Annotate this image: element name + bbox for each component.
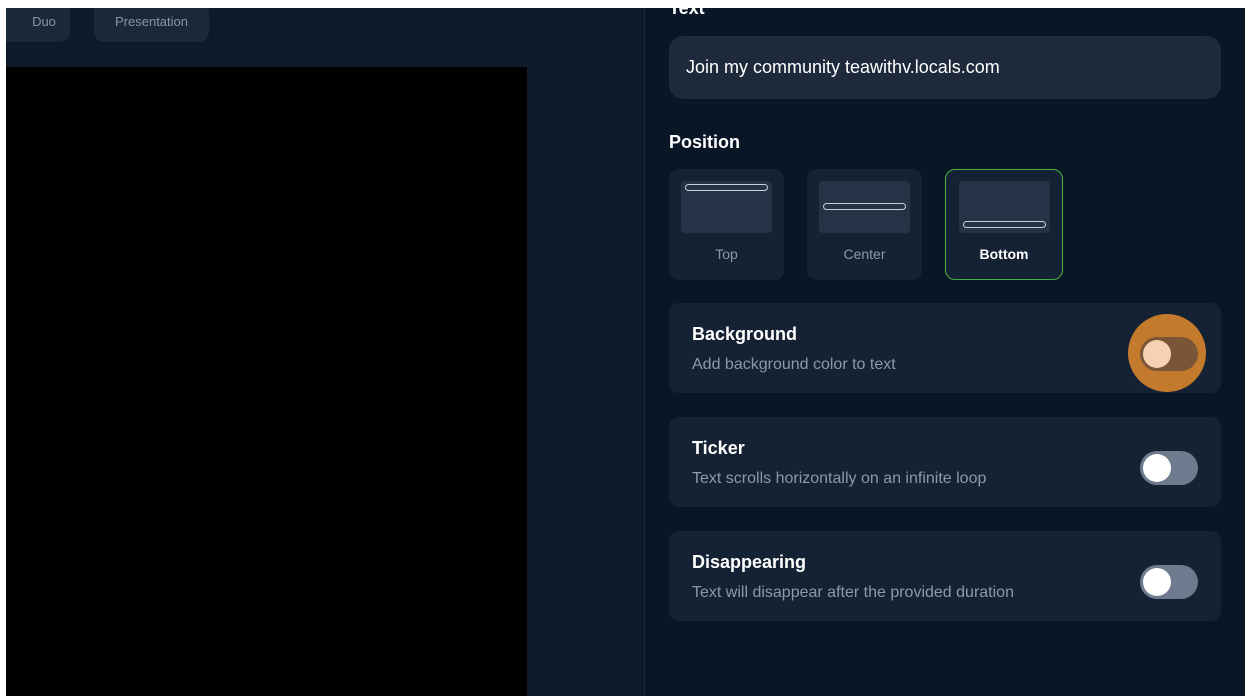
disappearing-setting-description: Text will disappear after the provided d… [692,584,1014,601]
layout-presentation-button[interactable]: Presentation [94,8,209,42]
position-bottom-label: Bottom [979,246,1029,262]
background-toggle-focus-ring [1128,314,1206,392]
position-section-label: Position [669,132,740,152]
disappearing-setting-title: Disappearing [692,552,807,572]
stream-preview [6,67,527,696]
overlay-text-input[interactable] [669,36,1221,99]
disappearing-setting-card: Disappearing Text will disappear after t… [669,531,1221,621]
background-setting-title: Background [692,324,798,344]
ticker-setting-title: Ticker [692,438,745,458]
toggle-knob [1143,454,1171,482]
disappearing-toggle[interactable] [1140,565,1198,599]
banner-preview-bar [823,203,906,210]
background-setting-card: Background Add background color to text [669,303,1221,393]
position-bottom-thumbnail [959,181,1050,233]
toggle-knob [1143,340,1171,368]
ticker-toggle[interactable] [1140,451,1198,485]
position-top-option[interactable]: Top [669,169,784,280]
ticker-setting-description: Text scrolls horizontally on an infinite… [692,470,987,487]
position-center-thumbnail [819,181,910,233]
settings-panel: Text Position Top Center Bottom Backgrou… [644,8,1245,696]
ticker-toggle-wrap [1128,428,1206,506]
position-center-label: Center [843,246,886,262]
layout-duo-label: Duo [32,13,56,29]
layout-presentation-label: Presentation [115,13,188,29]
banner-preview-bar [963,221,1046,228]
app-window: Duo Presentation Text Position Top Cente… [6,8,1245,696]
background-toggle[interactable] [1140,337,1198,371]
position-bottom-option[interactable]: Bottom [945,169,1063,280]
banner-preview-bar [685,184,768,191]
position-center-option[interactable]: Center [807,169,922,280]
toggle-knob [1143,568,1171,596]
layout-duo-button[interactable]: Duo [6,8,70,42]
background-setting-description: Add background color to text [692,356,896,373]
position-top-label: Top [715,246,738,262]
text-section-label: Text [669,8,705,18]
position-top-thumbnail [681,181,772,233]
ticker-setting-card: Ticker Text scrolls horizontally on an i… [669,417,1221,507]
disappearing-toggle-wrap [1128,542,1206,620]
